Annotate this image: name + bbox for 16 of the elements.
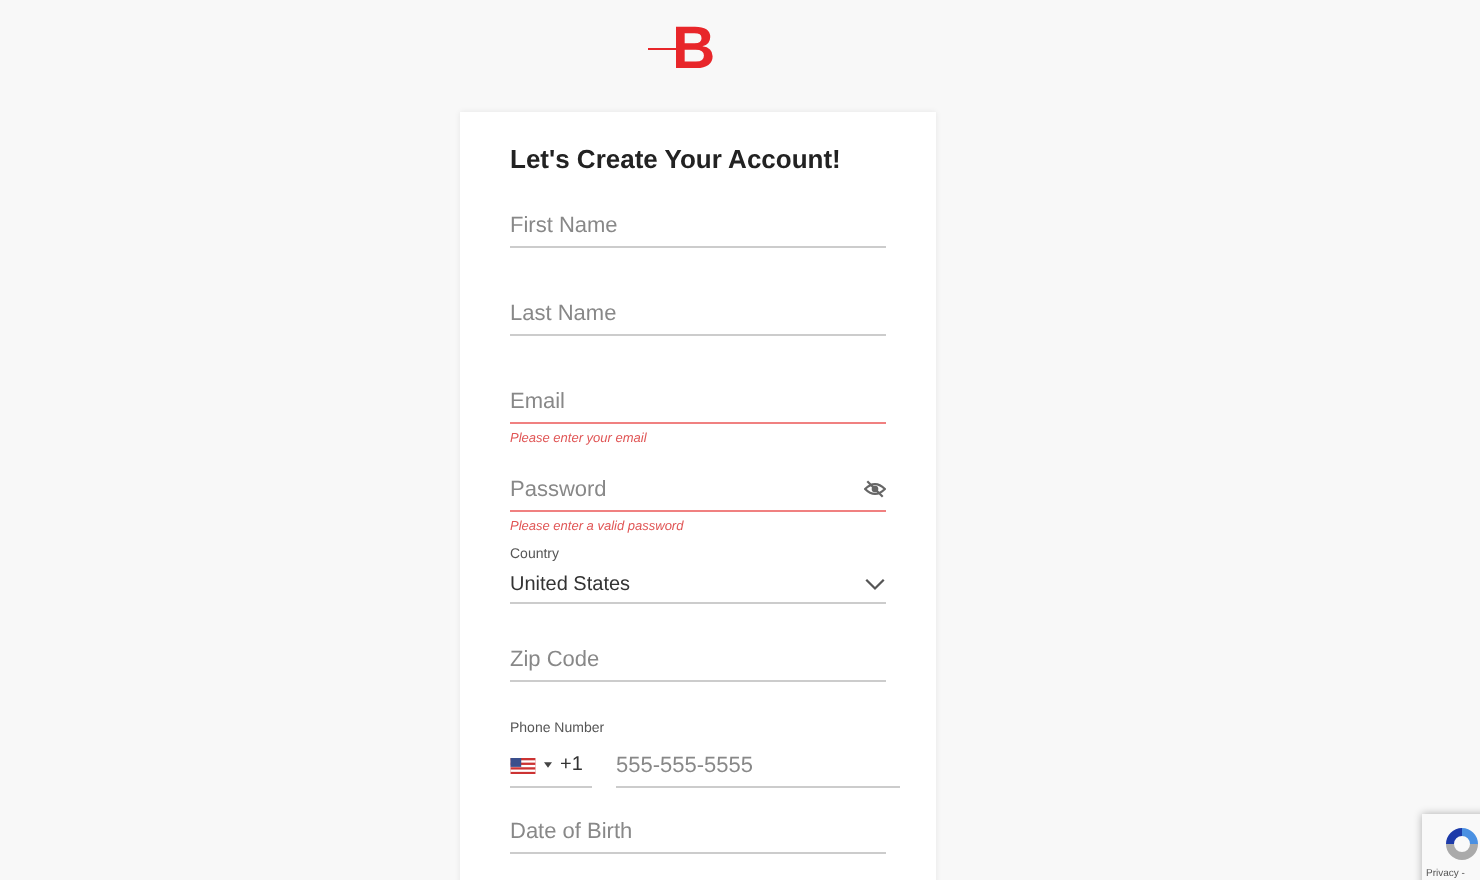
hidden-eye-icon[interactable] <box>864 478 886 500</box>
form-title: Let's Create Your Account! <box>510 142 843 178</box>
country-select[interactable]: United States <box>510 568 886 604</box>
recaptcha-icon <box>1442 824 1480 864</box>
text-field[interactable]: Last Name <box>510 301 886 325</box>
logo: B <box>648 16 724 84</box>
text-field[interactable]: First Name <box>510 213 886 237</box>
text-field[interactable]: Date of Birth <box>510 819 886 843</box>
country-code-select[interactable]: +1 <box>510 744 592 788</box>
chevron-down-icon <box>864 578 886 592</box>
text-field[interactable]: Email <box>510 389 886 413</box>
phone-field[interactable]: 555-555-5555 <box>616 753 900 777</box>
flag-icon <box>510 757 536 773</box>
dropdown-caret-icon <box>544 762 552 768</box>
text-field[interactable]: Zip Code <box>510 647 886 671</box>
password-field[interactable]: Password <box>510 477 864 501</box>
